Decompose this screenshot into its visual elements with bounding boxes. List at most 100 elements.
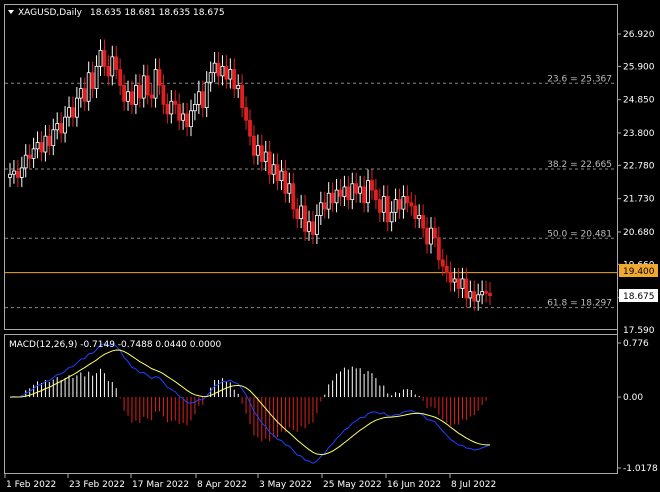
candle-body [141,75,146,99]
candle-body [377,199,382,213]
time-tick-label: 8 Apr 2022 [197,480,247,490]
candle-body [153,69,158,99]
candle-body [94,65,99,89]
candle-body [393,199,398,213]
candle-body [90,72,95,89]
candle-body [259,145,264,162]
candle-body [248,119,252,137]
candle-body [433,227,437,239]
candle-body [106,65,111,77]
candle-body [177,104,182,121]
candle-body [216,62,221,77]
candle-body [362,186,366,204]
candle-body [126,91,130,102]
fibonacci-levels: 23.6 = 25.367 38.2 = 22.665 50.0 = 20.481 6… [5,74,617,309]
candle-body [161,84,166,105]
candle-body [193,104,197,112]
candle-body [299,205,304,220]
candle-body [55,123,60,131]
candle-body [74,97,79,118]
candle-body [23,154,28,169]
candle-body [185,113,189,128]
candle-body [200,91,205,109]
candle-body [468,291,473,299]
candle-body [224,65,229,80]
fib-level-label: 61.8 = 18.297 [547,299,612,309]
candle-body [189,110,193,128]
candle-body [295,208,300,220]
time-tick-label: 8 Jul 2022 [451,480,496,490]
time-tick-label: 17 Mar 2022 [132,480,189,490]
time-tick-label: 1 Feb 2022 [6,480,56,490]
price-tick-label: 20.680 [623,228,655,238]
candle-body [480,291,485,296]
candle-body [236,84,241,89]
candle-body [456,278,461,289]
candle-body [287,183,292,194]
candle-body [204,81,209,109]
candle-body [342,186,347,197]
fib-level-label: 23.6 = 25.367 [547,74,612,84]
candle-body [303,205,307,232]
candle-body [488,292,492,296]
candle-body [350,183,355,201]
candle-body [374,189,378,201]
candle-body [137,84,142,99]
candle-body [330,192,335,204]
candle-body [122,84,126,102]
hline-price-label: 19.400 [623,267,655,277]
candle-body [307,221,311,232]
candle-body [314,215,319,235]
candle-body [208,72,213,83]
candle-body [8,173,12,178]
candle-body [82,88,87,102]
candle-body [47,135,52,147]
candle-body [417,215,422,220]
price-tick-label: 24.850 [623,96,655,106]
macd-label: MACD(12,26,9) -0.7149 -0.7488 0.0440 0.0… [9,340,222,350]
candle-body [149,94,154,99]
main-panel-frame [4,4,618,330]
price-chart[interactable]: 23.6 = 25.367 38.2 = 22.665 50.0 = 20.481 6… [0,0,660,492]
candle-body [15,170,20,178]
candle-body [436,237,441,261]
candle-body [401,196,406,210]
candle-body [228,69,233,80]
candle-body [118,69,123,86]
candle-body [354,183,359,194]
candle-body [43,135,48,153]
macd-panel-frame [4,334,618,474]
ohlc-values: 18.635 18.681 18.635 18.675 [90,8,225,18]
candle-body [358,186,363,194]
candle-body [448,272,453,283]
candle-body [51,129,56,147]
candle-body [71,107,75,118]
price-tick-label: 17.590 [623,326,655,336]
candle-body [279,170,284,181]
candle-body [63,116,67,134]
candlesticks [8,39,492,311]
candle-body [460,278,465,289]
candle-body [39,142,44,153]
time-tick-label: 16 Jun 2022 [387,480,441,490]
candle-body [326,192,331,210]
price-tick-label: 22.780 [623,161,655,171]
candle-body [252,135,256,156]
candle-body [78,88,83,99]
candle-body [196,91,201,105]
macd-main-line [9,343,491,464]
time-tick-label: 3 May 2022 [259,480,312,490]
fib-level-label: 50.0 = 20.481 [547,229,612,239]
time-axis: 1 Feb 2022 23 Feb 2022 17 Mar 2022 8 Apr 20… [4,474,496,490]
candle-body [267,151,272,175]
candle-body [421,215,426,229]
candle-body [86,72,91,102]
candle-body [102,50,107,67]
candle-body [181,113,186,121]
candle-body [381,196,386,213]
candle-body [464,278,469,299]
candle-body [444,265,449,273]
dropdown-triangle-icon[interactable] [8,10,14,14]
candle-body [169,100,174,115]
candle-body [275,164,280,181]
